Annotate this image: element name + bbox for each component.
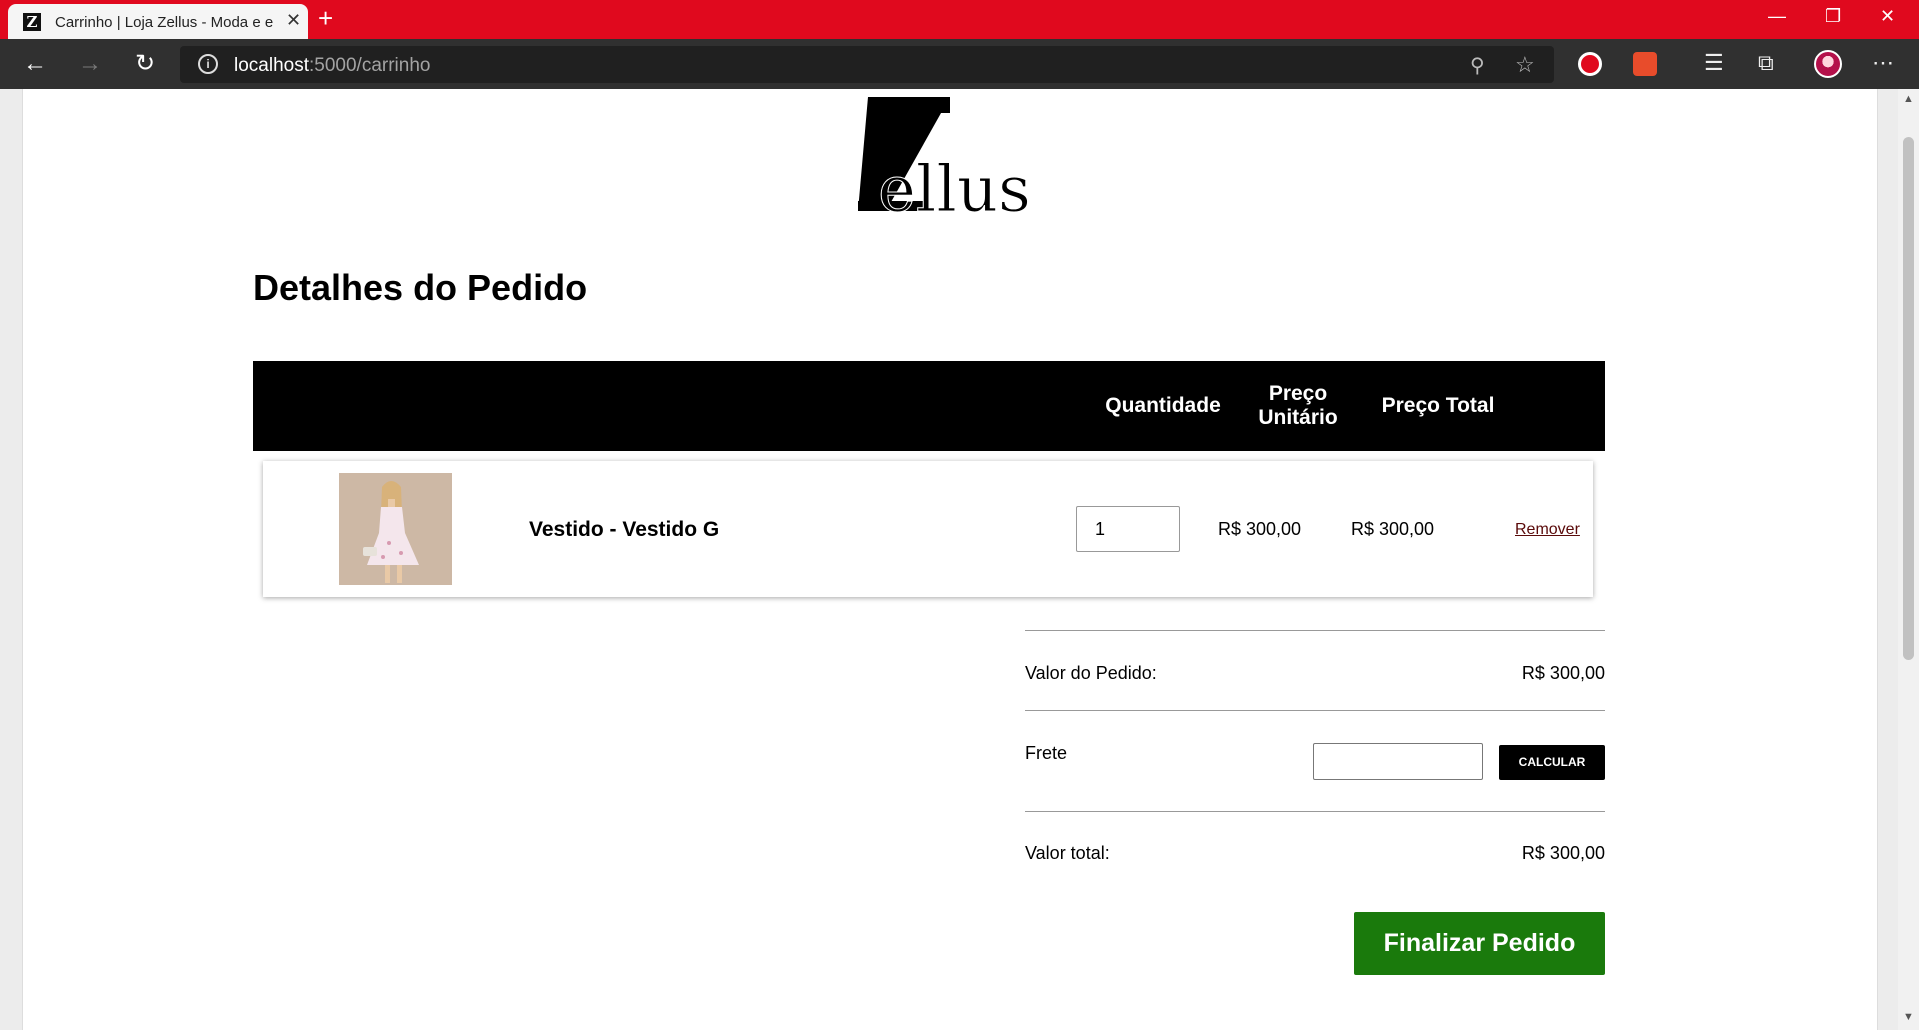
tab-title: Carrinho | Loja Zellus - Moda e e xyxy=(55,14,274,31)
url-host: localhost xyxy=(234,55,309,76)
summary-divider xyxy=(1025,811,1605,812)
favorites-list-icon[interactable]: ☰ xyxy=(1704,50,1724,76)
header-unit-price: Preço Unitário xyxy=(1243,382,1353,430)
address-bar[interactable]: i localhost:5000/carrinho ⚲ ☆ xyxy=(180,46,1554,83)
order-value: R$ 300,00 xyxy=(1521,663,1605,683)
summary-divider xyxy=(1025,630,1605,631)
zellus-logo: ellus xyxy=(858,97,1031,221)
forward-arrow-icon[interactable]: → xyxy=(75,49,105,79)
header-total-price: Preço Total xyxy=(1381,394,1495,417)
product-name: Vestido - Vestido G xyxy=(529,518,720,541)
favorite-star-icon[interactable]: ☆ xyxy=(1515,52,1535,78)
browser-toolbar: ← → ↻ i localhost:5000/carrinho ⚲ ☆ ☰ ⧉ … xyxy=(0,39,1919,89)
restore-icon[interactable]: ❐ xyxy=(1825,6,1841,26)
url-path: :5000/carrinho xyxy=(309,55,431,76)
cart-table-header: Quantidade Preço Unitário Preço Total xyxy=(253,361,1605,451)
shipping-label: Frete xyxy=(1025,743,1068,763)
browser-tab-active[interactable]: Z Carrinho | Loja Zellus - Moda e e ✕ xyxy=(8,4,308,39)
product-image[interactable] xyxy=(339,473,452,585)
header-unit-price-line2: Unitário xyxy=(1258,406,1338,429)
zellus-favicon-icon: Z xyxy=(23,13,41,31)
tab-close-icon[interactable]: ✕ xyxy=(286,11,301,29)
total-value: R$ 300,00 xyxy=(1521,843,1605,863)
header-quantity: Quantidade xyxy=(1105,394,1221,417)
more-options-icon[interactable]: ⋯ xyxy=(1872,50,1894,76)
back-arrow-icon[interactable]: ← xyxy=(20,49,50,79)
window-close-icon[interactable]: ✕ xyxy=(1880,6,1895,26)
profile-avatar[interactable] xyxy=(1814,50,1842,78)
new-tab-icon[interactable]: + xyxy=(318,5,333,31)
header-unit-price-line1: Preço xyxy=(1268,382,1328,405)
scroll-down-icon[interactable]: ▼ xyxy=(1903,1011,1914,1023)
item-total-price: R$ 300,00 xyxy=(1351,519,1435,539)
adblock-extension-icon[interactable] xyxy=(1578,52,1602,76)
browser-tab-strip: Z Carrinho | Loja Zellus - Moda e e ✕ + … xyxy=(0,0,1919,39)
order-value-label: Valor do Pedido: xyxy=(1025,663,1157,683)
summary-divider xyxy=(1025,710,1605,711)
shipping-cep-input[interactable] xyxy=(1313,743,1483,780)
unit-price: R$ 300,00 xyxy=(1218,519,1302,539)
scroll-up-icon[interactable]: ▲ xyxy=(1903,93,1914,105)
cart-item-row: Vestido - Vestido G R$ 300,00 R$ 300,00 … xyxy=(263,461,1593,597)
url-text[interactable]: localhost:5000/carrinho xyxy=(234,55,430,77)
extension-icon[interactable] xyxy=(1633,52,1657,76)
finish-order-button[interactable]: Finalizar Pedido xyxy=(1354,912,1605,975)
collections-icon[interactable]: ⧉ xyxy=(1758,50,1774,76)
total-value-label: Valor total: xyxy=(1025,843,1110,863)
logo-wordmark: ellus xyxy=(878,153,1031,221)
page-scrollbar[interactable]: ▲ ▼ xyxy=(1898,89,1919,1030)
zoom-icon[interactable]: ⚲ xyxy=(1470,53,1485,78)
remove-item-link[interactable]: Remover xyxy=(1515,521,1580,539)
page-title: Detalhes do Pedido xyxy=(253,267,588,308)
site-info-icon[interactable]: i xyxy=(198,54,218,74)
quantity-input[interactable] xyxy=(1076,506,1180,552)
page-viewport: ellus Detalhes do Pedido Quantidade Preç… xyxy=(0,89,1919,1030)
reload-icon[interactable]: ↻ xyxy=(130,49,160,79)
calculate-shipping-button[interactable]: CALCULAR xyxy=(1499,745,1605,780)
scrollbar-thumb[interactable] xyxy=(1903,137,1914,660)
minimize-icon[interactable]: — xyxy=(1768,6,1786,26)
